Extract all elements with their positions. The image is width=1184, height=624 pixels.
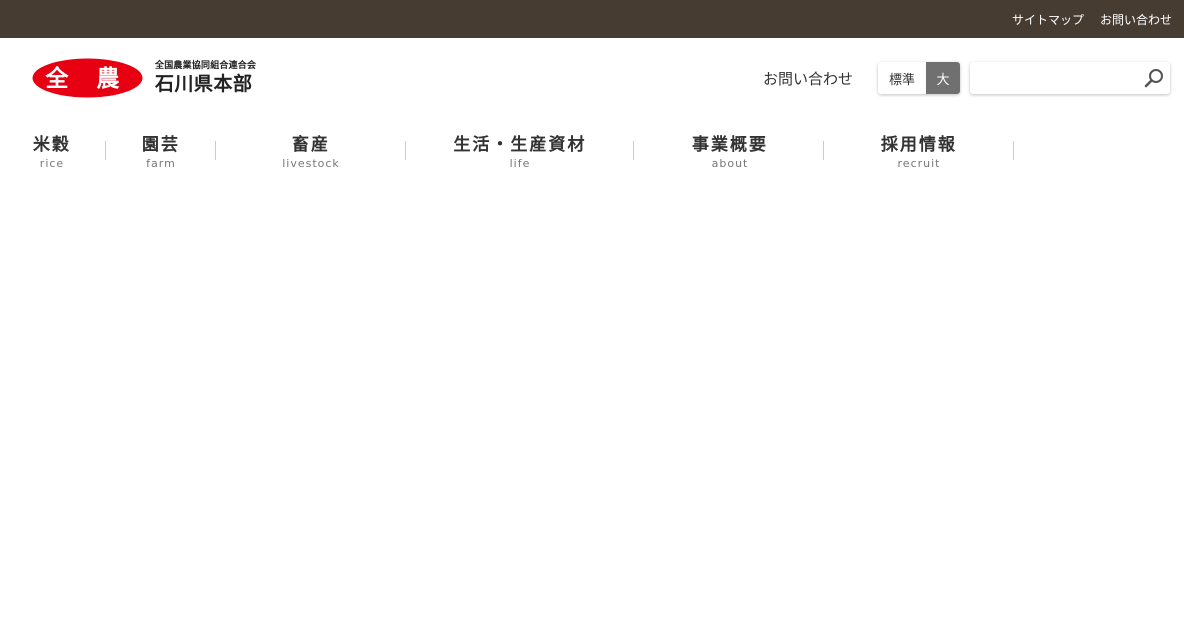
nav-item-sublabel: livestock — [282, 157, 340, 170]
nav-item-about[interactable]: 事業概要 about — [686, 132, 774, 176]
nav-item-label: 事業概要 — [692, 135, 768, 155]
logo-branch-name: 石川県本部 — [155, 72, 253, 95]
global-nav: 米穀 rice 園芸 farm 畜産 livestock 生活・生産資材 lif… — [0, 132, 1184, 176]
header-contact-link[interactable]: お問い合わせ — [763, 68, 853, 89]
search-input[interactable] — [976, 63, 1142, 93]
nav-separator — [633, 141, 634, 160]
nav-item-livestock[interactable]: 畜産 livestock — [276, 132, 346, 176]
nav-item-life[interactable]: 生活・生産資材 life — [444, 132, 596, 176]
sitemap-link[interactable]: サイトマップ — [1012, 11, 1084, 28]
nav-item-label: 生活・生産資材 — [453, 135, 587, 155]
top-contact-link[interactable]: お問い合わせ — [1100, 11, 1172, 28]
nav-item-farm[interactable]: 園芸 farm — [140, 132, 182, 176]
nav-item-rice[interactable]: 米穀 rice — [32, 132, 72, 176]
search-icon[interactable] — [1142, 66, 1166, 90]
nav-item-label: 園芸 — [142, 135, 180, 155]
nav-separator — [405, 141, 406, 160]
nav-separator — [215, 141, 216, 160]
nav-item-sublabel: about — [711, 157, 749, 170]
logo-org-name: 全国農業協同組合連合会 — [155, 60, 257, 71]
nav-separator — [105, 141, 106, 160]
search-box — [970, 62, 1170, 94]
site-logo[interactable]: 全 農 全国農業協同組合連合会 石川県本部 — [32, 58, 256, 98]
nav-item-label: 採用情報 — [881, 135, 957, 155]
nav-item-label: 米穀 — [33, 135, 71, 155]
nav-item-sublabel: rice — [39, 157, 65, 170]
nav-item-sublabel: life — [509, 157, 531, 170]
nav-separator — [823, 141, 824, 160]
font-size-standard-button[interactable]: 標準 — [878, 62, 926, 94]
nav-separator — [1013, 141, 1014, 160]
font-size-toggle: 標準 大 — [878, 62, 960, 94]
nav-item-label: 畜産 — [292, 135, 330, 155]
nav-item-sublabel: farm — [146, 157, 176, 170]
top-utility-bar: サイトマップ お問い合わせ — [0, 0, 1184, 38]
nav-item-recruit[interactable]: 採用情報 recruit — [874, 132, 964, 176]
zennoh-logo-mark: 全 農 — [32, 58, 143, 98]
font-size-large-button[interactable]: 大 — [926, 62, 960, 94]
logo-mark-text: 全 農 — [44, 65, 129, 92]
nav-item-sublabel: recruit — [897, 157, 941, 170]
logo-text: 全国農業協同組合連合会 石川県本部 — [155, 61, 256, 96]
